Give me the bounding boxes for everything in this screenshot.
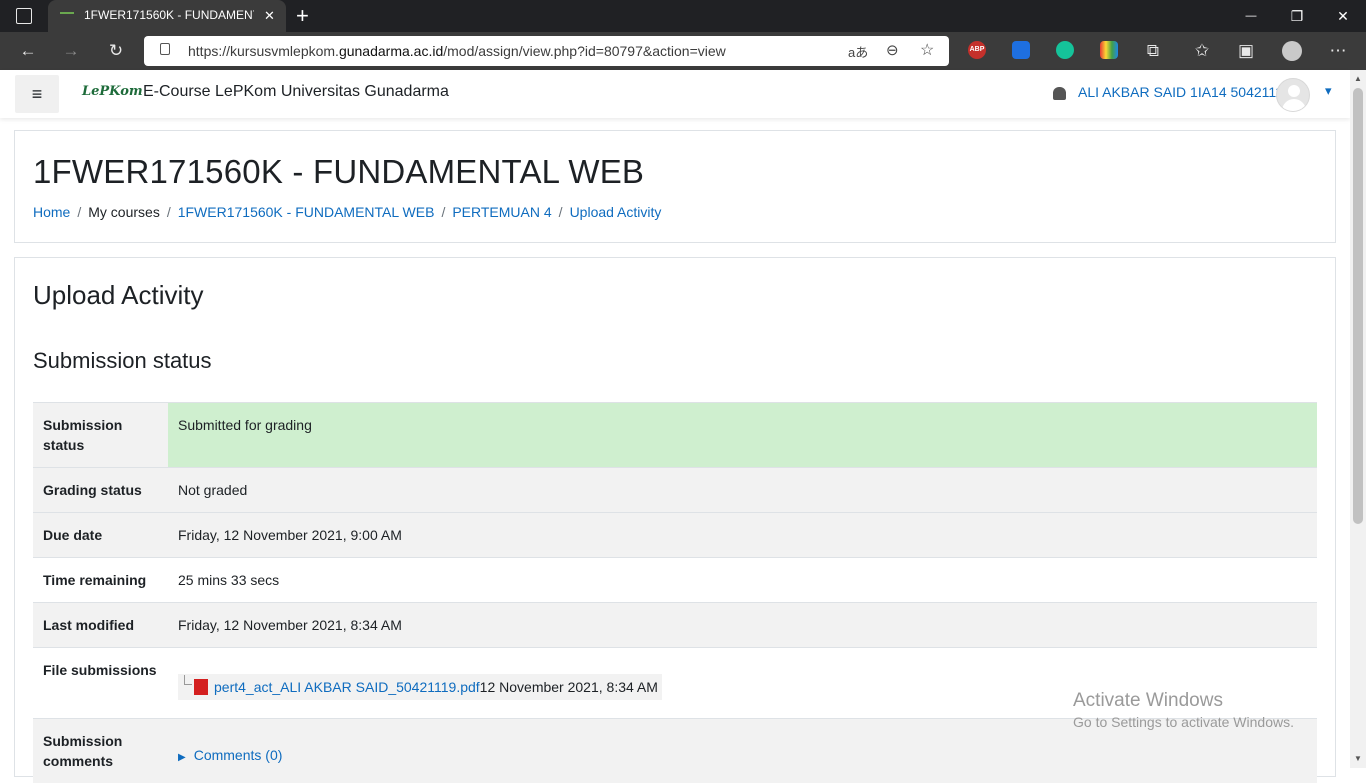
trello-icon[interactable] [1012,41,1030,59]
breadcrumb: Home / My courses / 1FWER171560K - FUNDAMENT… [33,204,661,220]
activity-title: Upload Activity [33,280,204,311]
user-avatar[interactable] [1276,78,1310,112]
tab-close-icon[interactable]: ✕ [264,8,275,24]
user-name[interactable]: ALI AKBAR SAID 1IA14 50421119 [1078,84,1291,100]
breadcrumb-course[interactable]: 1FWER171560K - FUNDAMENTAL WEB [178,204,435,220]
address-bar[interactable]: https://kursusvmlepkom.gunadarma.ac.id/m… [144,36,949,66]
notification-bell-icon[interactable] [1053,87,1066,100]
tab-title: 1FWER171560K - FUNDAMENTAL WEB [84,8,254,22]
pdf-file-icon [194,679,208,695]
watermark-title: Activate Windows [1073,690,1294,712]
row-label: File submissions [33,648,168,719]
table-row: Grading status Not graded [33,468,1317,513]
site-navbar: ≡ LePKom E-Course LePKom Universitas Gun… [0,70,1350,118]
zoom-icon[interactable]: ⊖ [886,41,899,59]
table-row: Submission status Submitted for grading [33,403,1317,468]
submission-status-value: Submitted for grading [168,403,1317,468]
profile-icon[interactable] [1282,41,1302,61]
grading-status-value: Not graded [168,468,1317,513]
breadcrumb-my-courses: My courses [88,204,160,220]
course-title: 1FWER171560K - FUNDAMENTAL WEB [33,153,644,191]
file-submission-item: pert4_act_ALI AKBAR SAID_50421119.pdf12 … [178,674,662,700]
url-prefix: https://kursusvmlepkom. [188,43,339,59]
back-icon[interactable]: ← [17,40,39,62]
breadcrumb-home[interactable]: Home [33,204,70,220]
colorful-extension-icon[interactable] [1100,41,1118,59]
row-label: Last modified [33,603,168,648]
row-label: Submission comments [33,719,168,783]
browser-toolbar: ← → ↻ https://kursusvmlepkom.gunadarma.a… [0,32,1366,70]
grammarly-icon[interactable] [1056,41,1074,59]
breadcrumb-separator: / [167,204,171,220]
new-tab-button[interactable]: + [296,3,309,29]
table-row: Due date Friday, 12 November 2021, 9:00 … [33,513,1317,558]
time-remaining-value: 25 mins 33 secs [168,558,1317,603]
menu-toggle-button[interactable]: ≡ [15,75,59,113]
breadcrumb-separator: / [559,204,563,220]
table-row: Last modified Friday, 12 November 2021, … [33,603,1317,648]
scroll-up-icon[interactable]: ▲ [1354,74,1362,83]
read-aloud-icon[interactable]: aあ [848,42,868,61]
tab-actions-icon[interactable] [16,8,32,24]
watermark-subtitle: Go to Settings to activate Windows. [1073,714,1294,730]
favorites-icon[interactable]: ✩ [1191,40,1213,62]
activate-windows-watermark: Activate Windows Go to Settings to activ… [1073,690,1294,730]
favorite-add-icon[interactable]: ☆ [920,40,934,60]
extensions-icon[interactable]: ⧉ [1142,40,1164,62]
table-row: Time remaining 25 mins 33 secs [33,558,1317,603]
breadcrumb-separator: / [77,204,81,220]
row-label: Due date [33,513,168,558]
browser-titlebar: 1FWER171560K - FUNDAMENTAL WEB ✕ + — ❐ ✕ [0,0,1366,32]
breadcrumb-section[interactable]: PERTEMUAN 4 [452,204,551,220]
page-scrollbar[interactable]: ▲ ▼ [1350,70,1366,768]
last-modified-value: Friday, 12 November 2021, 8:34 AM [168,603,1317,648]
scroll-down-icon[interactable]: ▼ [1354,754,1362,763]
refresh-icon[interactable]: ↻ [105,40,127,62]
comments-link[interactable]: Comments (0) [194,747,283,763]
forward-icon[interactable]: → [60,40,82,62]
site-logo[interactable]: LePKom [82,84,134,104]
lock-icon[interactable] [160,43,170,55]
user-menu-caret-icon[interactable]: ▾ [1325,83,1332,99]
due-date-value: Friday, 12 November 2021, 9:00 AM [168,513,1317,558]
avatar-body [1282,99,1306,112]
expand-caret-icon[interactable]: ▶ [178,752,186,763]
url-domain: gunadarma.ac.id [339,43,443,59]
row-label: Grading status [33,468,168,513]
favicon-icon [60,12,74,20]
scroll-thumb[interactable] [1353,88,1363,524]
breadcrumb-activity[interactable]: Upload Activity [570,204,662,220]
submitted-file-link[interactable]: pert4_act_ALI AKBAR SAID_50421119.pdf [214,679,480,695]
site-name[interactable]: E-Course LePKom Universitas Gunadarma [143,83,449,101]
breadcrumb-separator: / [441,204,445,220]
more-icon[interactable]: ⋯ [1327,40,1349,62]
url-path: /mod/assign/view.php?id=80797&action=vie… [443,43,726,59]
submission-status-heading: Submission status [33,348,212,374]
row-label: Submission status [33,403,168,468]
close-window-button[interactable]: ✕ [1320,0,1366,32]
adblock-icon[interactable]: ABP [968,41,986,59]
maximize-button[interactable]: ❐ [1274,0,1320,32]
submitted-file-date: 12 November 2021, 8:34 AM [480,679,658,695]
avatar-head [1288,85,1300,97]
browser-tab-active[interactable]: 1FWER171560K - FUNDAMENTAL WEB ✕ [48,0,286,32]
tree-connector [184,675,192,685]
row-label: Time remaining [33,558,168,603]
collections-icon[interactable]: ▣ [1235,40,1257,62]
url-text[interactable]: https://kursusvmlepkom.gunadarma.ac.id/m… [188,43,726,59]
minimize-button[interactable]: — [1228,0,1274,32]
page-header: 1FWER171560K - FUNDAMENTAL WEB Home / My c… [14,130,1336,243]
